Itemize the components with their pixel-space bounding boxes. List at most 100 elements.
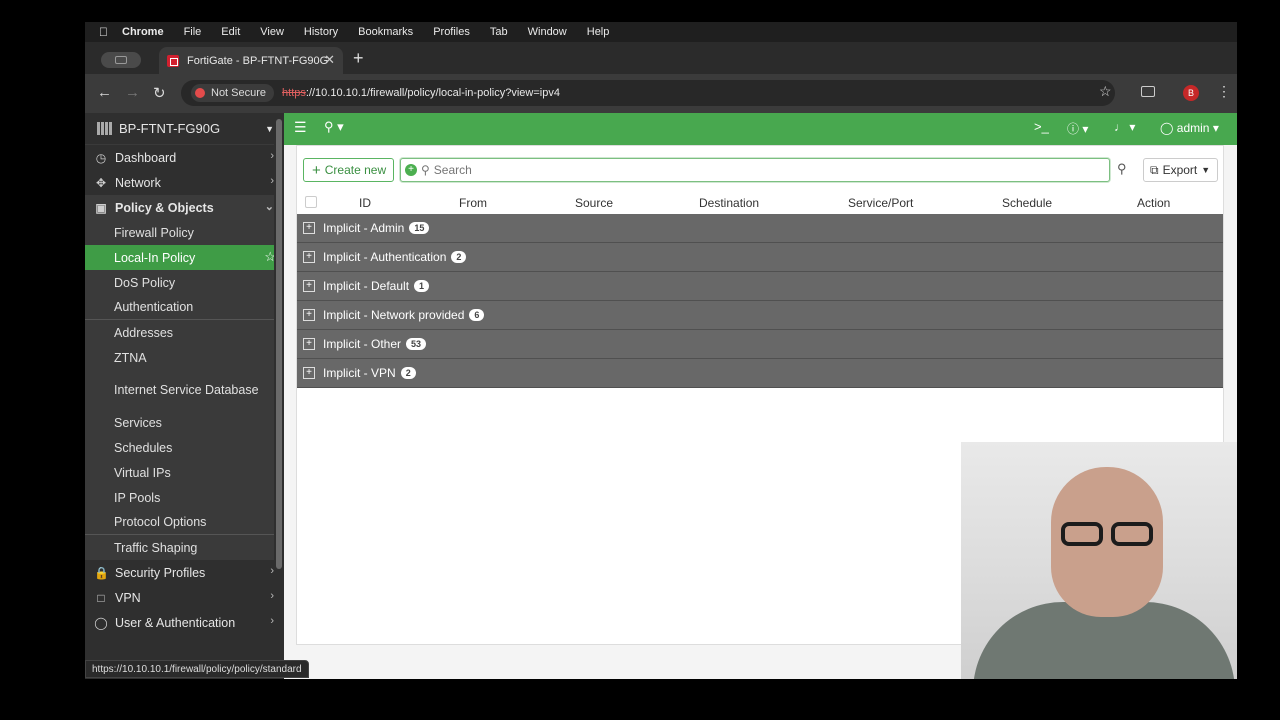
table-row[interactable]: + Implicit - VPN 2 — [297, 359, 1223, 388]
fortigate-sidebar: BP-FTNT-FG90G ▼ ◷ Dashboard › ✥ Network … — [85, 113, 284, 679]
sidebar-item-schedules[interactable]: Schedules — [85, 435, 284, 460]
column-header-schedule[interactable]: Schedule — [1002, 196, 1052, 210]
sidebar-item-firewall-policy[interactable]: Firewall Policy — [85, 220, 284, 245]
search-input[interactable] — [433, 163, 1034, 177]
table-row[interactable]: + Implicit - Admin 15 — [297, 214, 1223, 243]
expand-plus-icon[interactable]: + — [303, 280, 315, 292]
create-new-button[interactable]: + Create new — [303, 158, 394, 182]
caret-down-icon: ▼ — [265, 123, 274, 134]
gauge-icon: ◷ — [95, 150, 107, 165]
sidebar-item-policy-objects[interactable]: ▣ Policy & Objects ⌄ — [85, 195, 284, 220]
fortinet-favicon-icon — [167, 54, 179, 67]
sidebar-item-label: VPN — [115, 590, 141, 605]
presenter-webcam — [961, 442, 1237, 679]
sidebar-item-traffic-shaping[interactable]: Traffic Shaping — [85, 535, 284, 560]
user-icon: ◯ — [94, 615, 108, 630]
cli-console-icon[interactable]: >_ — [1034, 119, 1049, 134]
link-status-bar: https://10.10.10.1/firewall/policy/polic… — [85, 660, 309, 678]
fortigate-topbar: ☰ ⚲ ▾ >_ ⓘ ▾ ♩ ▾ ◯ admin ▾ — [284, 113, 1237, 145]
expand-plus-icon[interactable]: + — [303, 251, 315, 263]
column-header-from[interactable]: From — [459, 196, 487, 210]
menu-tab[interactable]: Tab — [490, 26, 508, 38]
new-tab-icon[interactable]: + — [353, 48, 364, 69]
tab-group-button[interactable] — [101, 52, 141, 68]
chrome-menu-icon[interactable]: ⋮ — [1217, 83, 1231, 100]
tab-strip: FortiGate - BP-FTNT-FG90G ✕ + — [85, 42, 1237, 74]
warning-icon — [195, 88, 205, 98]
reload-icon[interactable]: ↻ — [153, 84, 166, 102]
bookmark-star-icon[interactable]: ☆ — [1099, 83, 1112, 100]
add-filter-icon[interactable]: + — [405, 164, 417, 176]
menu-view[interactable]: View — [260, 26, 284, 38]
sidebar-item-vpn[interactable]: □ VPN › — [85, 585, 284, 610]
notifications-bell-icon[interactable]: ♩ ▾ — [1114, 120, 1135, 134]
sidebar-item-authentication[interactable]: Authentication — [85, 295, 284, 320]
sidebar-item-ip-pools[interactable]: IP Pools — [85, 485, 284, 510]
hamburger-menu-icon[interactable]: ☰ — [294, 119, 307, 136]
caret-down-icon: ▾ — [1212, 121, 1219, 135]
sidebar-item-label: Dashboard — [115, 150, 177, 165]
group-name: Implicit - Admin — [323, 221, 405, 235]
sidebar-scrollbar-thumb[interactable] — [276, 119, 282, 569]
table-row[interactable]: + Implicit - Network provided 6 — [297, 301, 1223, 330]
expand-plus-icon[interactable]: + — [303, 309, 315, 321]
menu-app-name[interactable]: Chrome — [122, 26, 164, 38]
sidebar-item-dos-policy[interactable]: DoS Policy — [85, 270, 284, 295]
sidebar-item-protocol-options[interactable]: Protocol Options — [85, 510, 284, 535]
expand-plus-icon[interactable]: + — [303, 367, 315, 379]
help-icon[interactable]: ⓘ ▾ — [1067, 120, 1088, 137]
sidebar-item-dashboard[interactable]: ◷ Dashboard › — [85, 145, 284, 170]
sidebar-item-internet-service-database[interactable]: Internet Service Database — [85, 370, 284, 410]
search-submit-icon[interactable]: ⚲ — [1117, 161, 1127, 177]
sidebar-item-label: User & Authentication — [115, 615, 236, 630]
menu-window[interactable]: Window — [528, 26, 567, 38]
column-header-destination[interactable]: Destination — [699, 196, 759, 210]
sidebar-item-services[interactable]: Services — [85, 410, 284, 435]
count-badge: 1 — [414, 280, 430, 292]
sidebar-item-ztna[interactable]: ZTNA — [85, 345, 284, 370]
menu-edit[interactable]: Edit — [221, 26, 240, 38]
close-tab-icon[interactable]: ✕ — [324, 52, 335, 68]
sidebar-item-label: Security Profiles — [115, 565, 206, 580]
column-header-action[interactable]: Action — [1137, 196, 1170, 210]
export-button[interactable]: ⧉ Export ▼ — [1143, 158, 1218, 182]
security-badge[interactable]: Not Secure — [191, 84, 275, 102]
profile-avatar[interactable]: B — [1183, 85, 1199, 101]
sidebar-item-local-in-policy[interactable]: Local-In Policy ☆ — [85, 245, 284, 270]
admin-user-menu[interactable]: ◯ admin ▾ — [1160, 121, 1219, 135]
select-all-checkbox[interactable] — [305, 196, 317, 208]
sidebar-item-security-profiles[interactable]: 🔒 Security Profiles › — [85, 560, 284, 585]
table-row[interactable]: + Implicit - Other 53 — [297, 330, 1223, 359]
sidebar-item-virtual-ips[interactable]: Virtual IPs — [85, 460, 284, 485]
chevron-down-icon: ⌄ — [264, 201, 274, 213]
sidebar-item-network[interactable]: ✥ Network › — [85, 170, 284, 195]
address-bar[interactable]: Not Secure https://10.10.10.1/firewall/p… — [181, 80, 1115, 106]
search-box[interactable]: + ⚲ — [400, 158, 1110, 182]
device-selector[interactable]: BP-FTNT-FG90G ▼ — [85, 113, 284, 145]
forward-icon[interactable]: → — [125, 84, 140, 101]
expand-plus-icon[interactable]: + — [303, 222, 315, 234]
browser-tab[interactable]: FortiGate - BP-FTNT-FG90G ✕ — [159, 47, 343, 74]
back-icon[interactable]: ← — [97, 84, 112, 101]
cast-icon[interactable] — [1141, 86, 1155, 97]
global-search-icon[interactable]: ⚲ ▾ — [324, 119, 344, 135]
sidebar-item-user-authentication[interactable]: ◯ User & Authentication › — [85, 610, 284, 635]
expand-plus-icon[interactable]: + — [303, 338, 315, 350]
sidebar-item-label: Policy & Objects — [115, 200, 214, 215]
column-header-id[interactable]: ID — [359, 196, 371, 210]
menu-help[interactable]: Help — [587, 26, 610, 38]
group-name: Implicit - Other — [323, 337, 402, 351]
apple-icon[interactable]:  — [99, 25, 108, 39]
table-row[interactable]: + Implicit - Authentication 2 — [297, 243, 1223, 272]
menu-bookmarks[interactable]: Bookmarks — [358, 26, 413, 38]
table-row[interactable]: + Implicit - Default 1 — [297, 272, 1223, 301]
column-header-source[interactable]: Source — [575, 196, 613, 210]
network-icon: ✥ — [95, 175, 107, 190]
group-name: Implicit - Network provided — [323, 308, 465, 322]
menu-file[interactable]: File — [184, 26, 202, 38]
column-header-service-port[interactable]: Service/Port — [848, 196, 913, 210]
group-name: Implicit - Default — [323, 279, 410, 293]
menu-history[interactable]: History — [304, 26, 338, 38]
menu-profiles[interactable]: Profiles — [433, 26, 470, 38]
sidebar-item-addresses[interactable]: Addresses — [85, 320, 284, 345]
